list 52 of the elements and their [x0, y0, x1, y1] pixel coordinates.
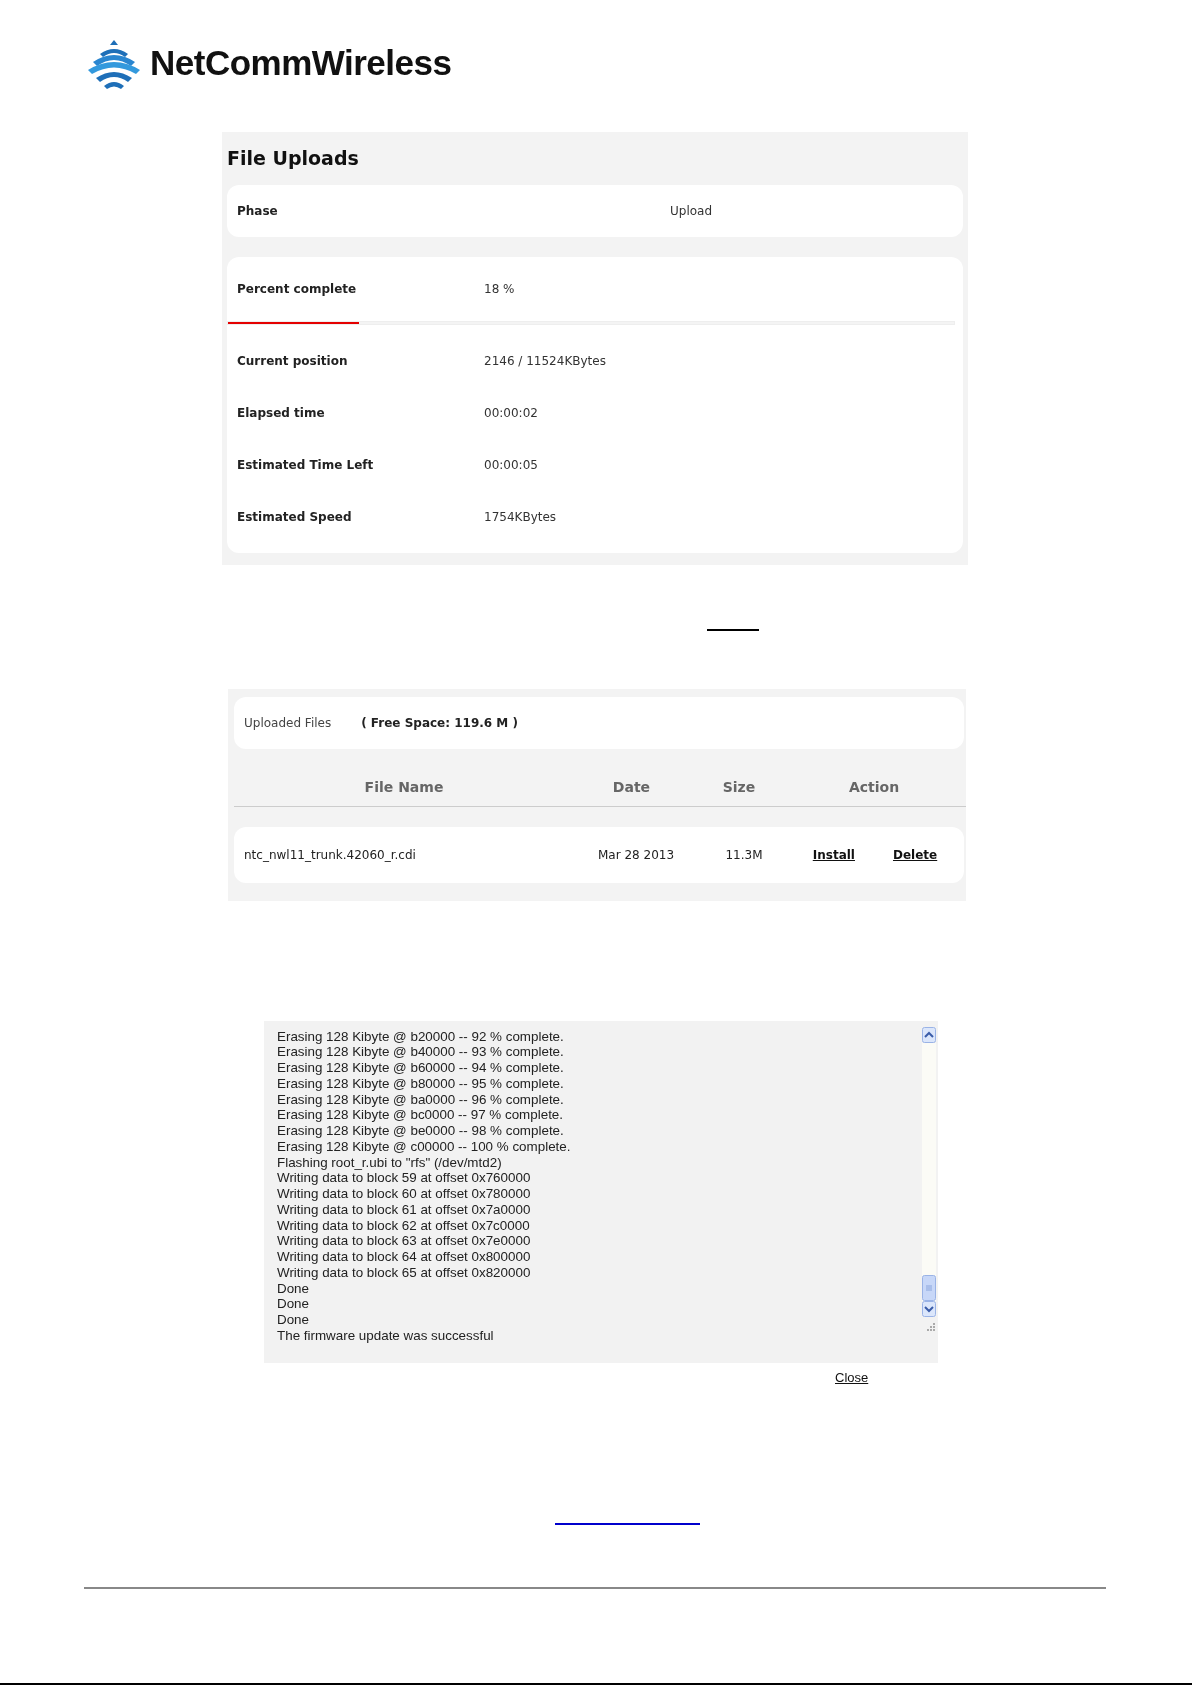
- field-value: 2146 / 11524KBytes: [484, 352, 606, 370]
- field-label: Current position: [236, 352, 349, 370]
- field-value: 00:00:02: [484, 404, 538, 422]
- log-line: Writing data to block 61 at offset 0x7a0000: [277, 1201, 532, 1218]
- field-value: 00:00:05: [484, 456, 538, 474]
- log-line: Writing data to block 64 at offset 0x800000: [277, 1249, 532, 1265]
- table-cell: Mar 28 2013: [597, 847, 675, 862]
- log-line: Erasing 128 Kibyte @ ba0000 -- 96 % complete.: [277, 1091, 565, 1108]
- log-line: Erasing 128 Kibyte @ b20000 -- 92 % complete.: [277, 1028, 565, 1045]
- action-link[interactable]: Install: [812, 845, 855, 864]
- log-textarea[interactable]: [264, 1020, 938, 1363]
- column-header: Size: [722, 778, 756, 795]
- scroll-down-icon[interactable]: [922, 1300, 936, 1317]
- scroll-up-icon[interactable]: [922, 1026, 936, 1043]
- action-link[interactable]: Delete: [893, 845, 938, 864]
- column-header: Date: [612, 778, 651, 795]
- panel-title: Uploaded Files: [243, 714, 333, 732]
- wifi-logo-icon: [88, 40, 140, 90]
- field-label: Percent complete: [236, 280, 358, 298]
- log-line: Erasing 128 Kibyte @ bc0000 -- 97 % complete.: [277, 1107, 565, 1123]
- column-header: Action: [848, 778, 900, 795]
- field-value: 1754KBytes: [484, 508, 557, 526]
- log-line: Erasing 128 Kibyte @ b60000 -- 94 % complete.: [277, 1060, 565, 1076]
- log-line: Flashing root_r.ubi to "rfs" (/dev/mtd2): [277, 1154, 503, 1171]
- log-line: Erasing 128 Kibyte @ b80000 -- 95 % complete.: [277, 1075, 565, 1092]
- table-cell: ntc_nwl11_trunk.42060_r.cdi: [244, 847, 416, 862]
- log-line: Done: [277, 1296, 310, 1312]
- log-line: Writing data to block 60 at offset 0x780000: [277, 1186, 532, 1202]
- log-line: Erasing 128 Kibyte @ b40000 -- 93 % complete.: [277, 1044, 565, 1060]
- panel-title: File Uploads: [227, 146, 360, 171]
- field-value: Upload: [670, 202, 713, 220]
- log-line: The firmware update was successful: [277, 1327, 495, 1344]
- close-link[interactable]: Close: [835, 1367, 869, 1387]
- table-cell: 11.3M: [725, 847, 763, 862]
- log-line: Done: [277, 1312, 310, 1328]
- logo-text: NetCommWireless: [150, 42, 452, 84]
- log-line: Erasing 128 Kibyte @ be0000 -- 98 % complete.: [277, 1123, 565, 1139]
- log-line: Writing data to block 62 at offset 0x7c0000: [277, 1217, 531, 1234]
- column-header: File Name: [364, 778, 444, 795]
- field-label: Elapsed time: [236, 404, 326, 422]
- field-label: Estimated Time Left: [236, 456, 375, 474]
- field-label: Phase: [236, 202, 279, 220]
- field-label: Estimated Speed: [236, 508, 353, 526]
- log-line: Writing data to block 59 at offset 0x760000: [277, 1170, 532, 1186]
- field-value: 18 %: [484, 280, 515, 298]
- resize-grip-icon[interactable]: [926, 1321, 936, 1332]
- log-line: Erasing 128 Kibyte @ c00000 -- 100 % complete.: [277, 1138, 572, 1155]
- log-line: Writing data to block 65 at offset 0x820000: [277, 1264, 532, 1281]
- log-line: Writing data to block 63 at offset 0x7e0000: [277, 1233, 532, 1249]
- free-space-text: ( Free Space: 119.6 M ): [361, 714, 518, 732]
- log-line: Done: [277, 1280, 310, 1297]
- scrollbar-thumb[interactable]: [922, 1274, 936, 1301]
